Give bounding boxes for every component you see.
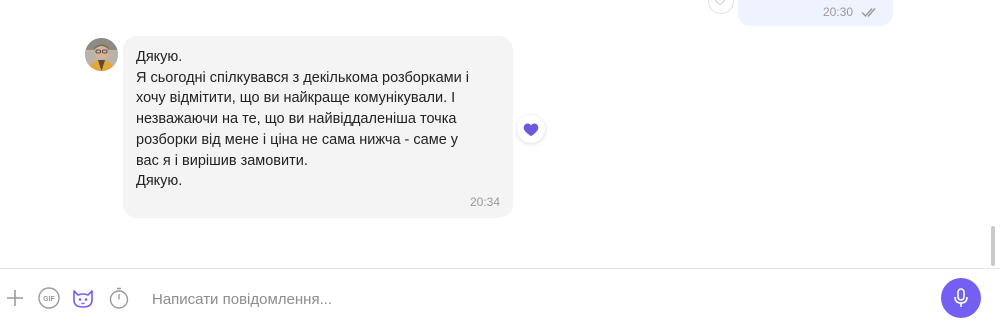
message-line: Я сьогодні спілкувався з декількома розб…: [136, 69, 469, 86]
heart-icon: [523, 123, 539, 137]
message-line: розборки від мене і ціна не сама нижча -…: [136, 131, 459, 148]
user-photo: [85, 38, 118, 71]
timer-icon[interactable]: [107, 286, 131, 310]
message-time: 20:30: [822, 5, 853, 19]
message-line: вас я і вирішив замовити.: [136, 152, 308, 169]
message-composer: GIF: [0, 268, 1000, 327]
outgoing-message[interactable]: 20:30: [738, 0, 893, 26]
message-text: Дякую. Я сьогодні спілкувався з декілько…: [136, 47, 501, 192]
message-line: незважаючи на те, що ви найвіддаленіша т…: [136, 111, 457, 128]
message-time: 20:34: [469, 195, 500, 209]
voice-message-button[interactable]: [941, 278, 981, 318]
message-input[interactable]: [152, 289, 852, 309]
reaction-button[interactable]: [517, 115, 545, 143]
double-check-icon: [861, 8, 876, 18]
chat-history: 20:30 Дякую. Я сьогодні спілкувався з де…: [0, 0, 1000, 268]
scrollbar-thumb[interactable]: [991, 226, 995, 266]
incoming-message[interactable]: Дякую. Я сьогодні спілкувався з декілько…: [123, 36, 513, 218]
message-line: хочу відмітити, що ви найкраще комунікув…: [136, 90, 456, 107]
microphone-icon: [954, 288, 968, 307]
message-line: Дякую.: [136, 173, 183, 190]
sticker-icon[interactable]: [71, 286, 95, 310]
gif-icon[interactable]: GIF: [37, 286, 61, 310]
message-line: Дякую.: [136, 49, 183, 65]
heart-outline-icon: [714, 0, 726, 6]
reaction-button-previous[interactable]: [708, 0, 734, 14]
svg-text:GIF: GIF: [43, 296, 55, 303]
avatar[interactable]: [85, 38, 118, 71]
plus-icon[interactable]: [3, 286, 27, 310]
